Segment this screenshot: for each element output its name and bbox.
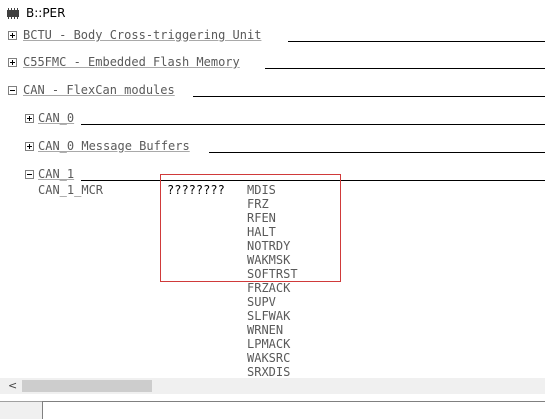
window-title: B::PER <box>26 6 66 20</box>
collapse-icon[interactable] <box>8 86 17 95</box>
node-separator <box>288 41 545 42</box>
expand-icon[interactable] <box>25 142 34 151</box>
tree-node-can0[interactable]: CAN_0 <box>3 111 545 127</box>
tree-node-label[interactable]: CAN - FlexCan modules <box>23 83 175 97</box>
tree-node-can0-msgbuf[interactable]: CAN_0 Message Buffers <box>3 139 545 155</box>
tree-node-label[interactable]: CAN_0 Message Buffers <box>38 139 190 153</box>
peripheral-tree: BCTU - Body Cross-triggering Unit C55FMC… <box>3 26 545 378</box>
expand-icon[interactable] <box>8 31 17 40</box>
register-field[interactable]: WRNEN <box>247 323 283 337</box>
scroll-left-button[interactable]: < <box>8 379 17 392</box>
tree-node-can[interactable]: CAN - FlexCan modules <box>3 83 545 99</box>
register-field[interactable]: LPMACK <box>247 337 290 351</box>
node-separator <box>81 124 545 125</box>
collapse-icon[interactable] <box>25 170 34 179</box>
tree-node-label[interactable]: CAN_0 <box>38 111 74 125</box>
node-separator <box>209 152 545 153</box>
tree-node-c55fmc[interactable]: C55FMC - Embedded Flash Memory <box>3 55 545 71</box>
node-separator <box>193 96 545 97</box>
title-bar: B::PER <box>0 0 545 26</box>
tree-node-label[interactable]: CAN_1 <box>38 167 74 181</box>
tree-node-bctu[interactable]: BCTU - Body Cross-triggering Unit <box>3 28 545 44</box>
expand-icon[interactable] <box>25 114 34 123</box>
expand-icon[interactable] <box>8 58 17 67</box>
chip-icon <box>7 8 19 19</box>
scroll-thumb[interactable] <box>22 380 152 392</box>
status-field <box>42 401 545 419</box>
register-field[interactable]: WAKSRC <box>247 351 290 365</box>
register-field[interactable]: SLFWAK <box>247 309 290 323</box>
horizontal-scrollbar[interactable]: < <box>0 378 545 394</box>
node-separator <box>265 68 545 69</box>
register-field[interactable]: FRZACK <box>247 281 290 295</box>
register-name: CAN_1_MCR <box>38 183 104 197</box>
tree-node-label[interactable]: C55FMC - Embedded Flash Memory <box>23 55 240 69</box>
register-field[interactable]: SRXDIS <box>247 365 290 378</box>
register-field[interactable]: SUPV <box>247 295 276 309</box>
tree-node-label[interactable]: BCTU - Body Cross-triggering Unit <box>23 28 261 42</box>
selection-highlight <box>160 174 341 282</box>
